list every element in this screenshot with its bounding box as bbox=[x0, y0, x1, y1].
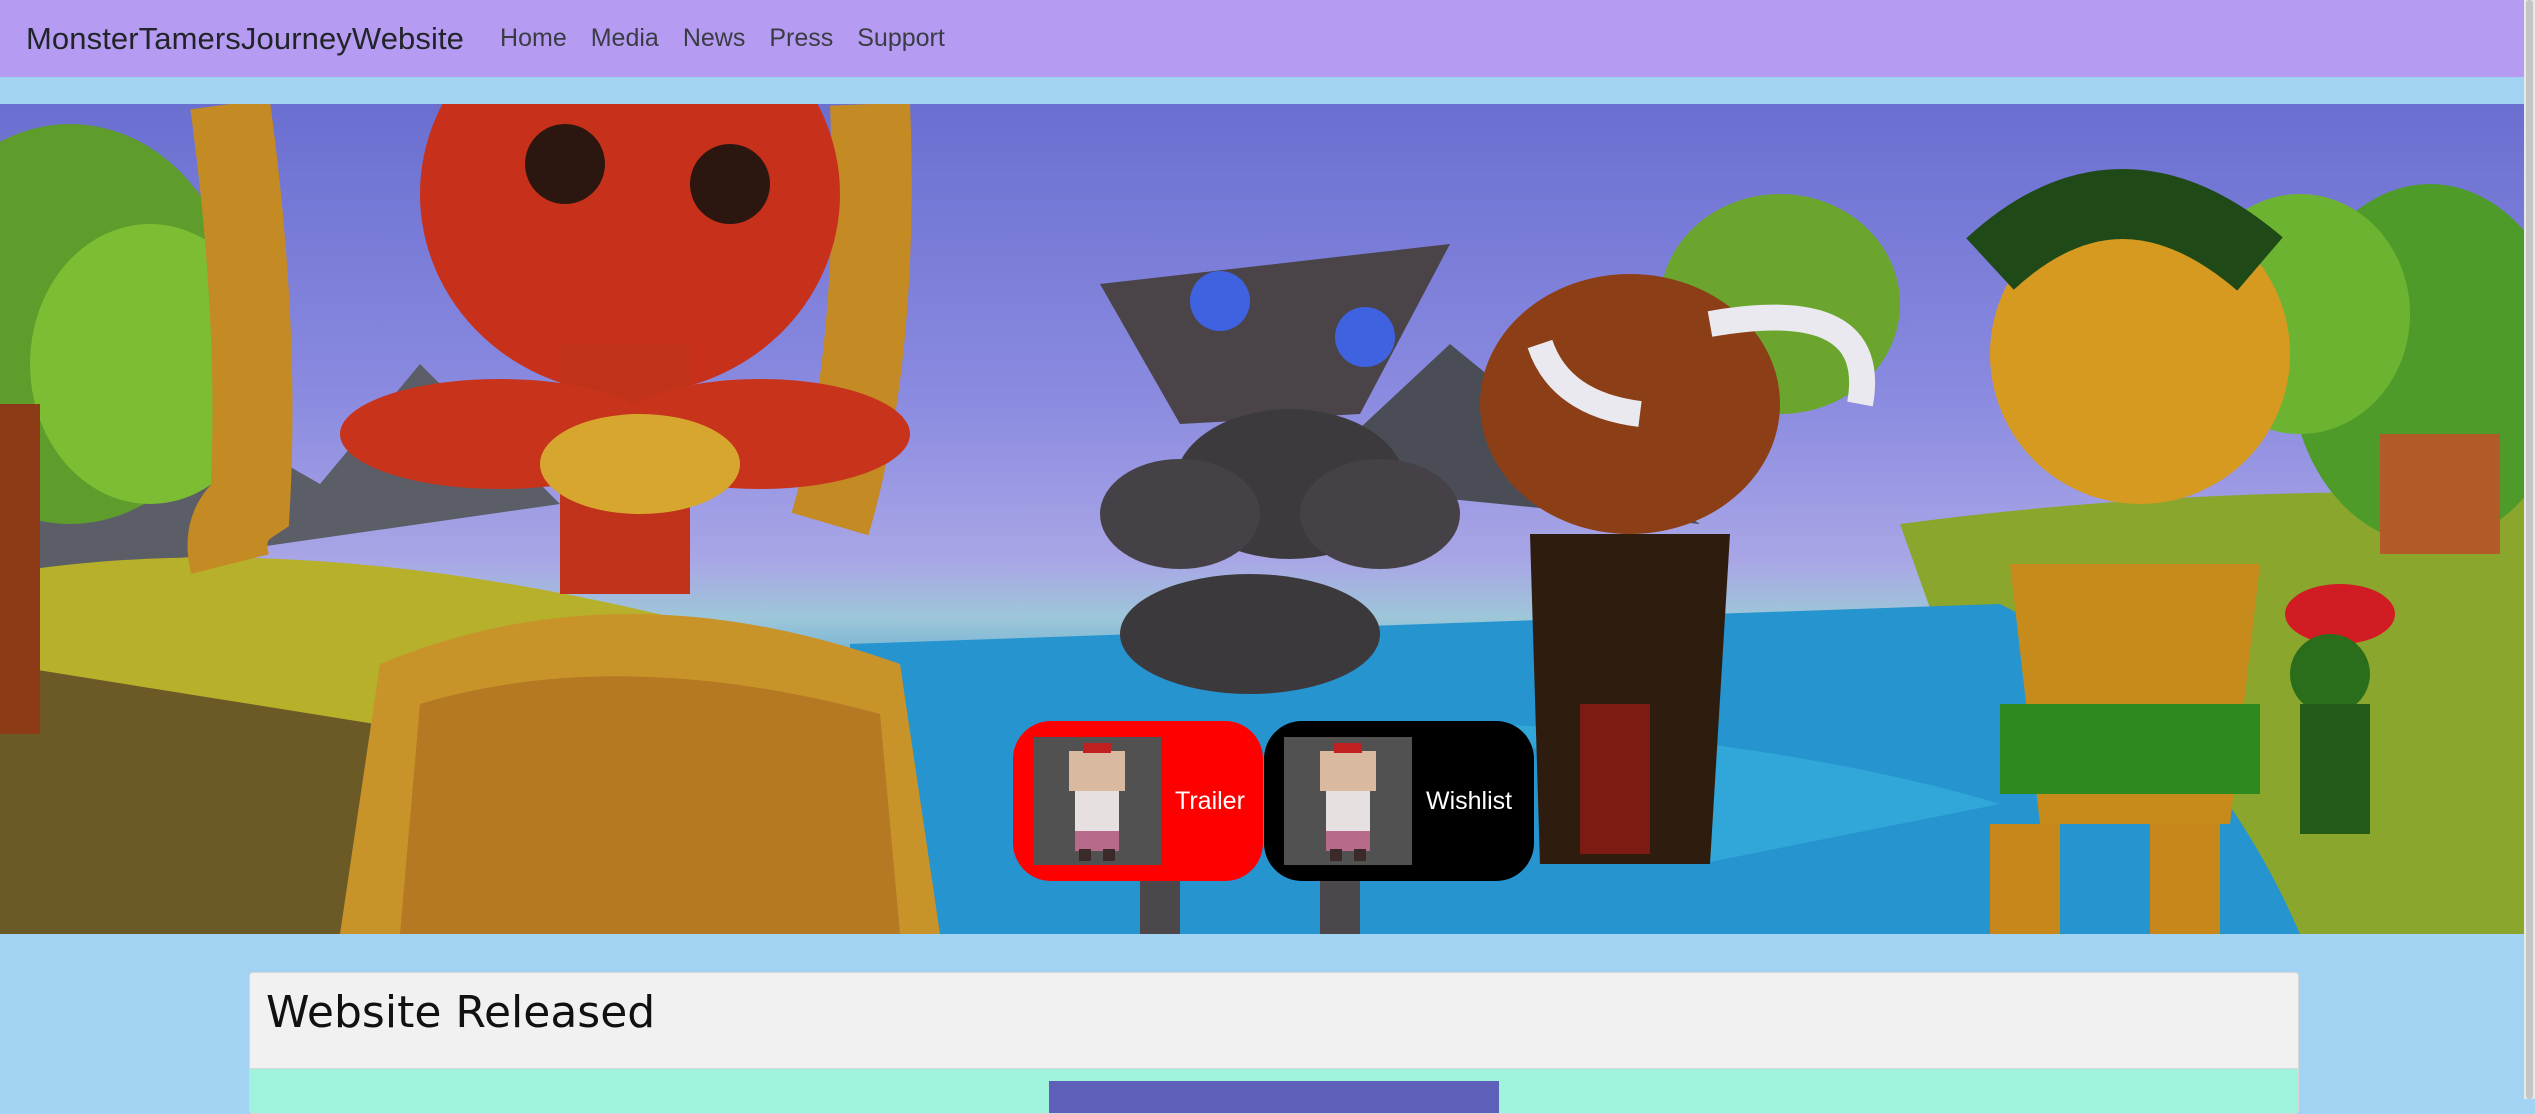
news-card-body bbox=[250, 1069, 2298, 1113]
news-card: Website Released bbox=[249, 972, 2299, 1114]
wishlist-button-label: Wishlist bbox=[1426, 786, 1513, 815]
site-brand[interactable]: MonsterTamersJourneyWebsite bbox=[26, 21, 464, 57]
news-card-image bbox=[1049, 1081, 1499, 1113]
nav-link-home[interactable]: Home bbox=[500, 24, 567, 53]
navbar: MonsterTamersJourneyWebsite Home Media N… bbox=[0, 0, 2524, 77]
trailer-thumbnail bbox=[1033, 737, 1161, 865]
trailer-button[interactable]: Trailer bbox=[1013, 721, 1263, 881]
nav-link-news[interactable]: News bbox=[683, 24, 746, 53]
scrollbar-thumb[interactable] bbox=[2526, 0, 2533, 1099]
nav-link-press[interactable]: Press bbox=[769, 24, 833, 53]
nav-link-support[interactable]: Support bbox=[857, 24, 945, 53]
wishlist-button[interactable]: Wishlist bbox=[1264, 721, 1534, 881]
page-scrollbar[interactable] bbox=[2524, 0, 2535, 1099]
trailer-button-label: Trailer bbox=[1175, 786, 1245, 815]
nav-link-media[interactable]: Media bbox=[591, 24, 659, 53]
news-card-title: Website Released bbox=[266, 987, 656, 1038]
wishlist-thumbnail bbox=[1284, 737, 1412, 865]
navbar-spacer bbox=[0, 77, 2524, 104]
hero-banner: Trailer Wishlist bbox=[0, 104, 2524, 934]
